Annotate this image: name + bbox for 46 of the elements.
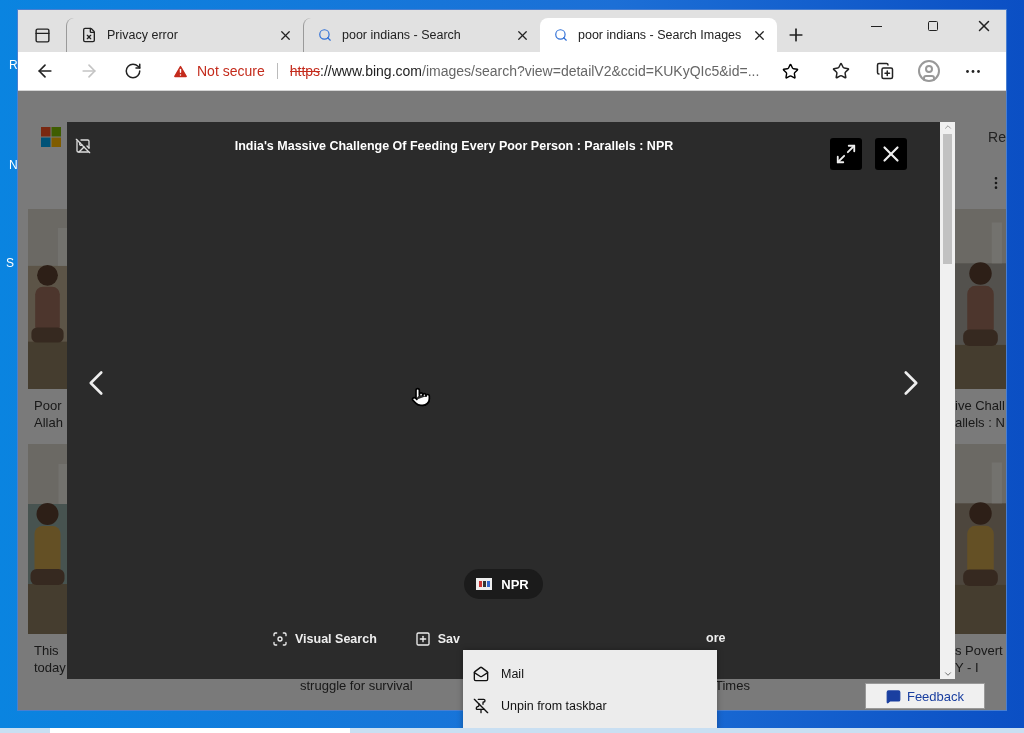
viewer-action[interactable]: Sav bbox=[414, 631, 460, 647]
desktop-icon-label[interactable]: N bbox=[9, 158, 18, 172]
expand-button[interactable] bbox=[830, 138, 862, 170]
menu-item[interactable]: Mail bbox=[463, 658, 717, 690]
header-link[interactable]: Re bbox=[988, 129, 1006, 145]
broken-image-icon bbox=[75, 138, 91, 154]
viewer-action[interactable]: Visual Search bbox=[272, 631, 377, 647]
viewer-action[interactable]: ore bbox=[706, 631, 726, 645]
image-title: India's Massive Challenge Of Feeding Every Poor Person : Parallels : NPR bbox=[233, 138, 675, 153]
feedback-button[interactable]: Feedback bbox=[865, 683, 985, 709]
desktop-icon-label[interactable]: S bbox=[6, 256, 14, 270]
unpin-icon bbox=[473, 698, 489, 714]
source-logo-icon bbox=[476, 578, 493, 590]
warning-icon bbox=[172, 62, 189, 80]
avatar-icon bbox=[917, 59, 941, 83]
result-caption[interactable]: Poor Allah bbox=[34, 397, 67, 431]
star-icon bbox=[832, 62, 850, 80]
minimize-icon bbox=[870, 25, 882, 27]
desktop-icon-label[interactable]: R bbox=[9, 58, 18, 72]
menu-item[interactable]: Unpin from taskbar bbox=[463, 690, 717, 722]
url-text[interactable]: https://www.bing.com/images/search?view=detailV2&ccid=KUKyQIc5&id=... bbox=[289, 63, 774, 79]
close-button[interactable] bbox=[875, 138, 907, 170]
result-caption[interactable]: ive Chall allels : N bbox=[955, 397, 1006, 431]
refresh-icon bbox=[124, 62, 142, 80]
scroll-down-icon[interactable] bbox=[942, 669, 953, 679]
collections-icon bbox=[876, 62, 894, 80]
tab-actions-icon bbox=[33, 26, 51, 44]
security-status[interactable]: Not secure bbox=[197, 63, 265, 79]
search-icon bbox=[554, 28, 568, 42]
browser-tab[interactable]: poor indians - Search Images bbox=[540, 18, 777, 52]
add-favorite-icon[interactable] bbox=[782, 62, 799, 80]
more-icon bbox=[966, 69, 980, 73]
result-caption[interactable]: s Povert Y - I bbox=[955, 642, 1006, 676]
search-icon bbox=[318, 28, 332, 42]
hand-cursor-icon bbox=[411, 387, 431, 407]
visual-search-icon bbox=[272, 631, 288, 647]
scrollbar[interactable] bbox=[940, 122, 955, 679]
save-icon bbox=[414, 631, 431, 647]
source-link[interactable]: NPR bbox=[464, 569, 543, 599]
result-caption[interactable]: This today bbox=[34, 642, 67, 676]
expand-icon bbox=[835, 143, 857, 165]
mail-icon bbox=[473, 666, 489, 682]
scroll-thumb[interactable] bbox=[943, 134, 952, 264]
document-error-icon bbox=[81, 27, 97, 43]
maximize-icon bbox=[927, 20, 939, 32]
feedback-icon bbox=[885, 688, 901, 704]
